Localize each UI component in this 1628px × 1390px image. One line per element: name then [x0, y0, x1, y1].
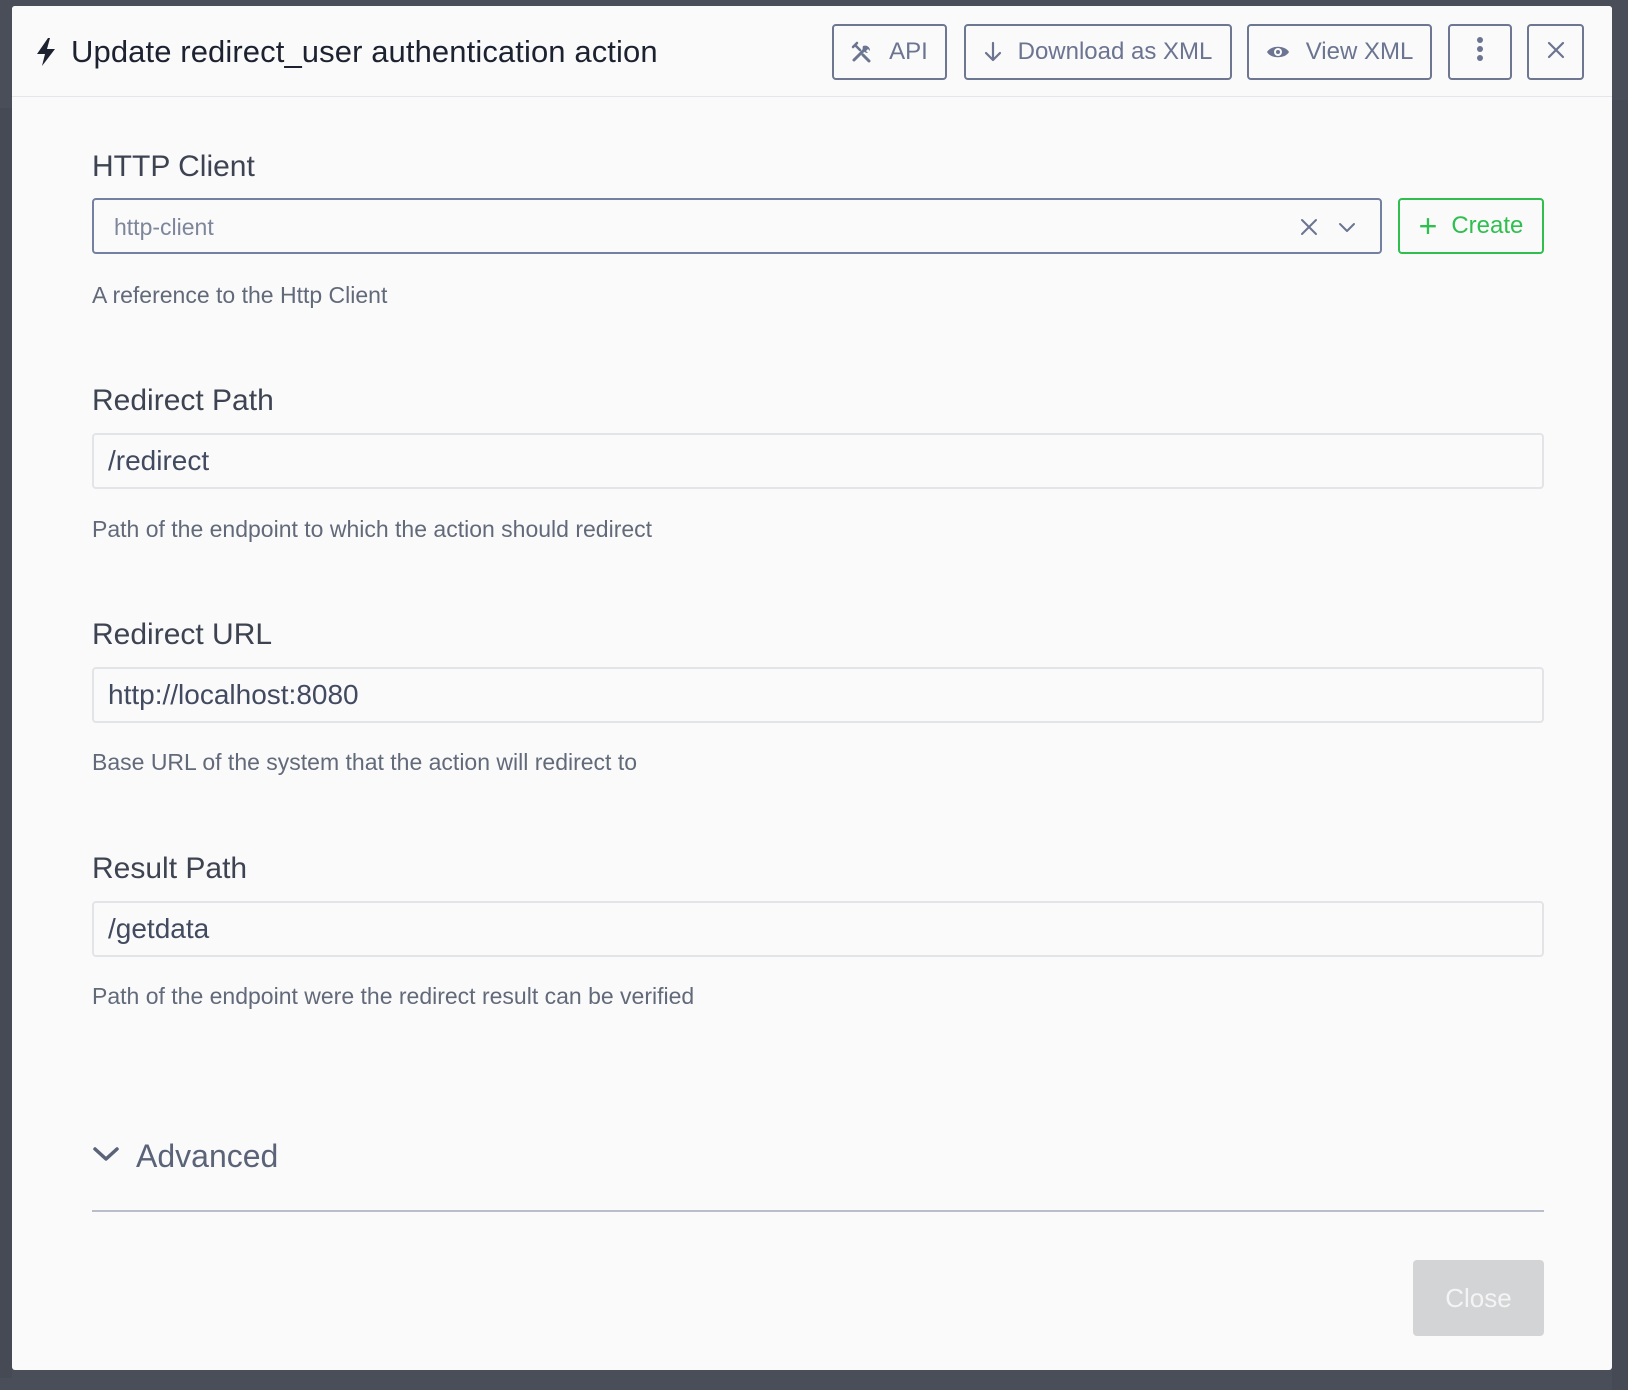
- close-button[interactable]: Close: [1413, 1260, 1544, 1336]
- redirect-path-label: Redirect Path: [92, 384, 274, 417]
- create-button-label: Create: [1451, 212, 1524, 239]
- arrow-down-icon: [984, 41, 1002, 63]
- clear-selection-icon[interactable]: [1298, 216, 1320, 238]
- modal-title-group: Update redirect_user authentication acti…: [34, 32, 658, 72]
- view-xml-button-label: View XML: [1305, 38, 1414, 65]
- http-client-select-value: http-client: [114, 214, 214, 240]
- background-panel-left: [0, 108, 12, 1378]
- bolt-icon: [34, 37, 58, 67]
- background-panel-right: [1612, 100, 1628, 1390]
- tools-icon: [851, 41, 873, 63]
- advanced-section-toggle[interactable]: Advanced: [92, 1138, 278, 1175]
- create-http-client-button[interactable]: + Create: [1398, 198, 1544, 254]
- chevron-down-icon[interactable]: [1336, 218, 1358, 238]
- result-path-help: Path of the endpoint were the redirect r…: [92, 983, 695, 1009]
- redirect-path-input[interactable]: [92, 433, 1544, 489]
- advanced-section-label: Advanced: [136, 1138, 279, 1174]
- section-divider: [92, 1210, 1544, 1212]
- http-client-label: HTTP Client: [92, 150, 255, 183]
- result-path-label: Result Path: [92, 852, 248, 885]
- close-modal-button[interactable]: [1527, 24, 1584, 80]
- download-xml-button[interactable]: Download as XML: [964, 24, 1232, 80]
- plus-icon: +: [1418, 208, 1438, 244]
- chevron-down-icon: [92, 1144, 120, 1169]
- redirect-url-label: Redirect URL: [92, 618, 273, 651]
- edit-action-modal: Update redirect_user authentication acti…: [12, 6, 1612, 1370]
- redirect-url-input[interactable]: [92, 667, 1544, 723]
- kebab-menu-icon: [1476, 36, 1484, 68]
- download-xml-button-label: Download as XML: [1017, 38, 1213, 65]
- modal-header: Update redirect_user authentication acti…: [12, 6, 1612, 97]
- redirect-path-help: Path of the endpoint to which the action…: [92, 516, 653, 542]
- eye-icon: [1266, 44, 1290, 60]
- modal-title: Update redirect_user authentication acti…: [71, 34, 658, 69]
- http-client-help: A reference to the Http Client: [92, 282, 388, 308]
- more-options-button[interactable]: [1448, 24, 1512, 80]
- api-button[interactable]: API: [832, 24, 947, 80]
- api-button-label: API: [889, 38, 928, 65]
- close-icon: [1547, 38, 1565, 66]
- redirect-url-help: Base URL of the system that the action w…: [92, 749, 638, 775]
- view-xml-button[interactable]: View XML: [1247, 24, 1432, 80]
- result-path-input[interactable]: [92, 901, 1544, 957]
- http-client-select[interactable]: http-client: [92, 198, 1382, 254]
